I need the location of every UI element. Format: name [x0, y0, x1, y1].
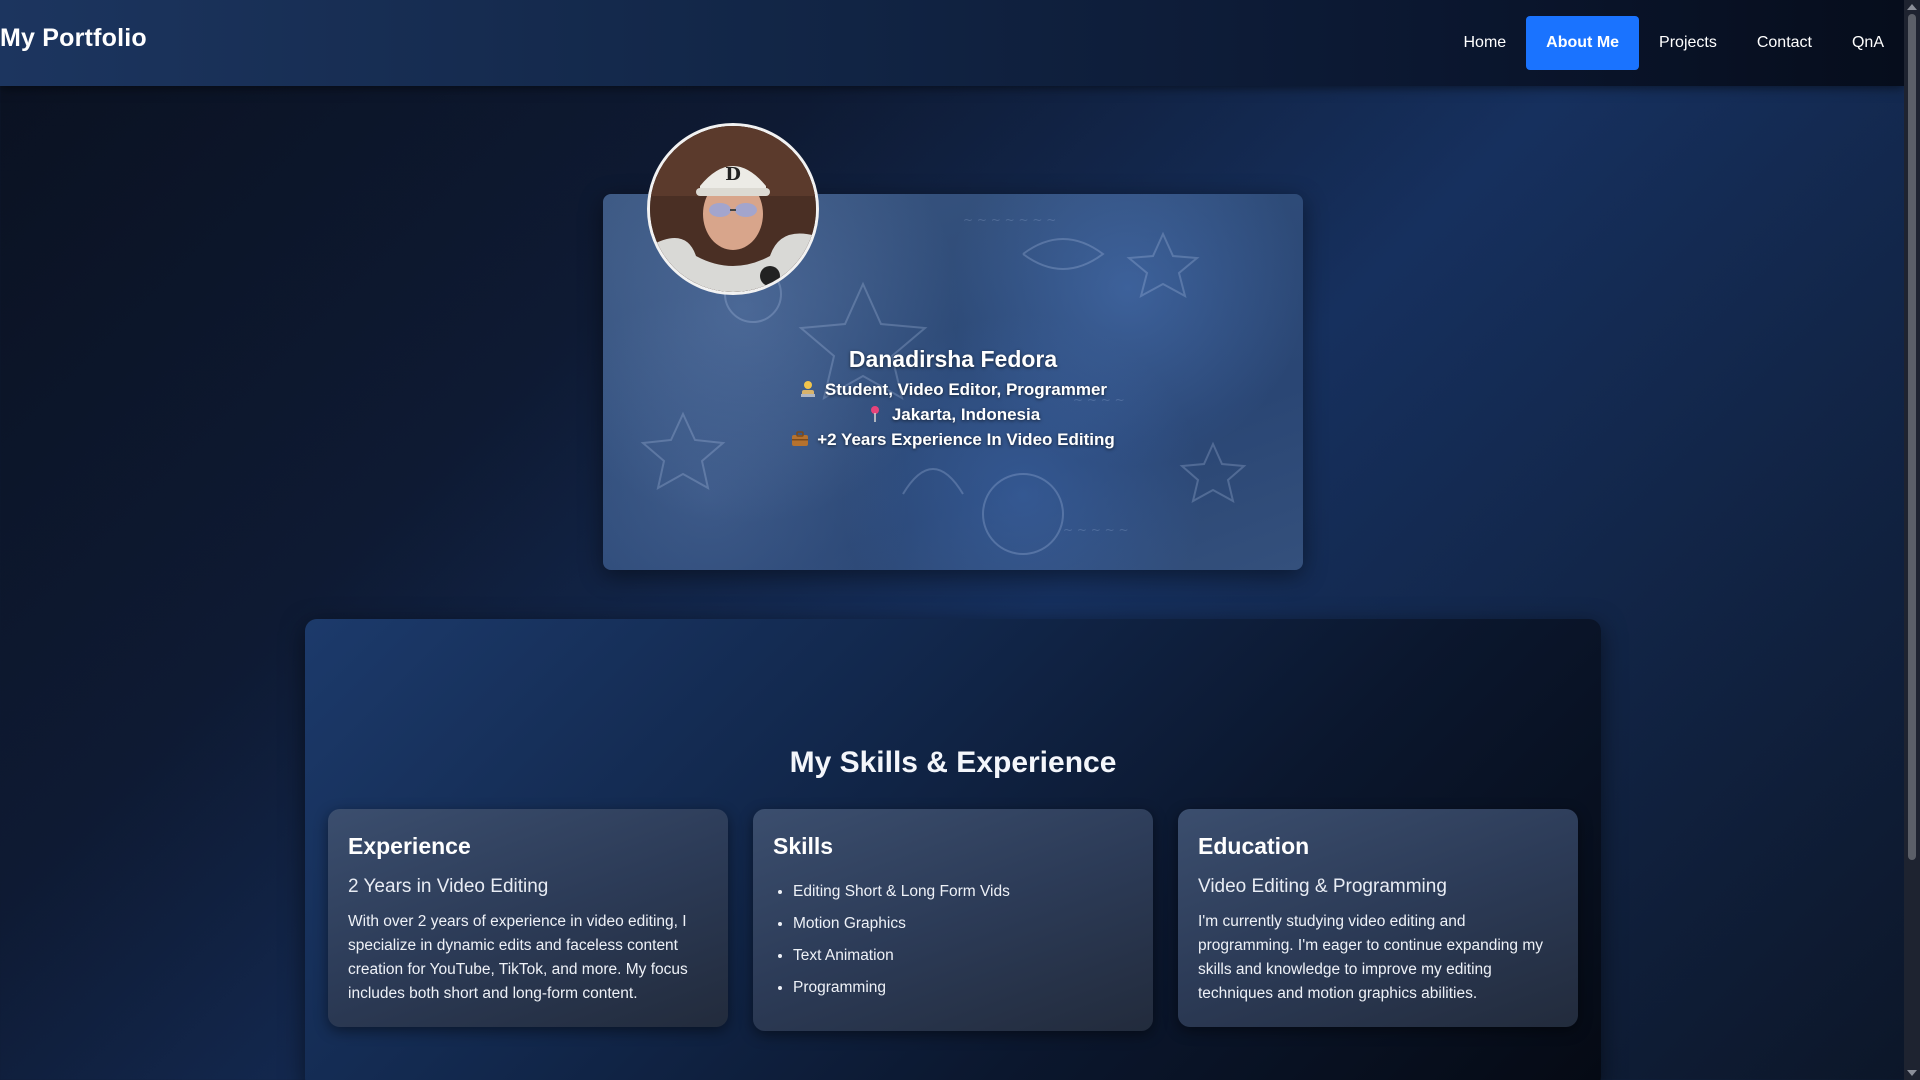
profile-info: Danadirsha Fedora Student, Video Editor,… [603, 346, 1303, 452]
card-title: Skills [773, 833, 834, 859]
skills-section: My Skills & Experience Experience 2 Year… [305, 619, 1601, 1080]
card-title: Experience [348, 833, 471, 859]
card-text: With over 2 years of experience in video… [348, 913, 688, 1002]
scroll-down-icon[interactable] [1907, 1070, 1917, 1076]
nav-menu: Home About Me Projects Contact QnA [1443, 16, 1904, 70]
card-subtitle: Video Editing & Programming [1198, 876, 1447, 897]
technologist-icon [800, 381, 815, 397]
svg-text:~ ~ ~ ~ ~ ~ ~: ~ ~ ~ ~ ~ ~ ~ [963, 213, 1056, 227]
experience-card: Experience 2 Years in Video Editing With… [328, 809, 728, 1027]
card-title: Education [1198, 833, 1310, 859]
card-text: I'm currently studying video editing and… [1198, 913, 1544, 1002]
profile-location-text: Jakarta, Indonesia [891, 405, 1041, 424]
svg-text:D: D [725, 164, 741, 185]
profile-experience-text: +2 Years Experience In Video Editing [817, 430, 1115, 449]
list-item: Programming [793, 972, 1133, 1004]
page-scrollbar[interactable] [1904, 0, 1920, 1080]
skills-list: Editing Short & Long Form Vids Motion Gr… [773, 876, 1133, 1004]
nav-home[interactable]: Home [1443, 16, 1526, 70]
scroll-thumb[interactable] [1908, 14, 1916, 860]
profile-role: Student, Video Editor, Programmer [603, 377, 1303, 402]
svg-text:~ ~ ~ ~ ~: ~ ~ ~ ~ ~ [1063, 523, 1129, 537]
nav-contact[interactable]: Contact [1737, 16, 1832, 70]
pin-icon [870, 406, 879, 422]
skills-card: Skills Editing Short & Long Form Vids Mo… [753, 809, 1153, 1031]
nav-qna[interactable]: QnA [1832, 16, 1904, 70]
list-item: Editing Short & Long Form Vids [793, 876, 1133, 908]
profile-location: Jakarta, Indonesia [603, 402, 1303, 427]
brand-logo[interactable]: My Portfolio [0, 24, 147, 53]
card-subtitle: 2 Years in Video Editing [348, 876, 549, 897]
top-navbar: My Portfolio Home About Me Projects Cont… [0, 0, 1904, 86]
profile-experience: +2 Years Experience In Video Editing [603, 427, 1303, 452]
profile-avatar: D [647, 123, 819, 295]
profile-role-text: Student, Video Editor, Programmer [824, 380, 1108, 399]
scroll-up-icon[interactable] [1907, 4, 1917, 10]
list-item: Text Animation [793, 940, 1133, 972]
nav-about-me[interactable]: About Me [1526, 16, 1640, 70]
education-card: Education Video Editing & Programming I'… [1178, 809, 1578, 1027]
list-item: Motion Graphics [793, 908, 1133, 940]
nav-projects[interactable]: Projects [1639, 16, 1737, 70]
briefcase-icon [792, 431, 809, 446]
section-title: My Skills & Experience [789, 746, 1117, 779]
profile-name: Danadirsha Fedora [848, 346, 1058, 372]
